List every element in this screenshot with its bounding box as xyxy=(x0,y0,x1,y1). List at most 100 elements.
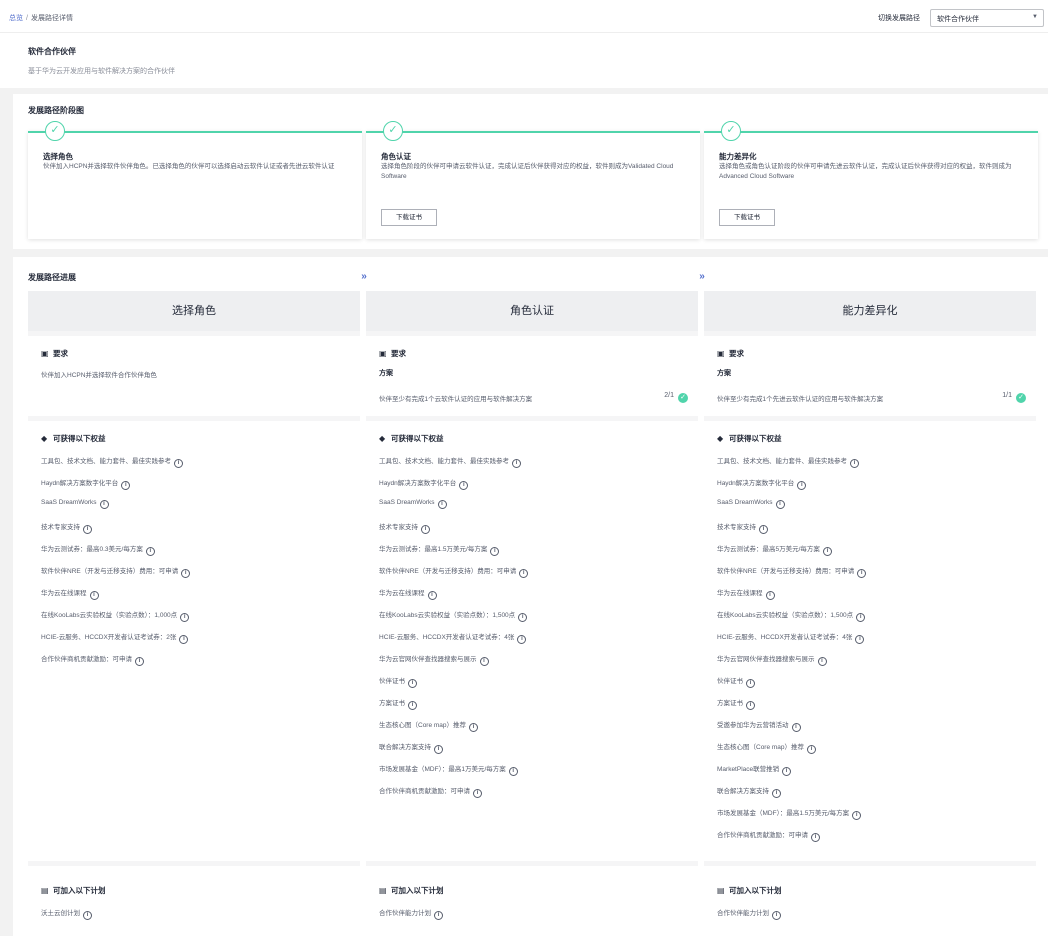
benefit-item: HCIE-云服务、HCCDX开发者认证考试券：4张 i xyxy=(717,631,865,644)
info-circle-icon[interactable]: i xyxy=(508,767,518,776)
benefit-item: 市场发展基金（MDF）：最高1.5万美元/每方案 i xyxy=(717,807,862,820)
partner-title: 软件合作伙伴 xyxy=(28,47,76,56)
info-circle-icon[interactable]: i xyxy=(490,547,500,556)
requirement-count: 2/1 ✓ xyxy=(664,392,688,403)
info-circle-icon[interactable]: i xyxy=(519,569,529,578)
benefit-item: 华为云测试券：最高1.5万美元/每方案 i xyxy=(379,543,500,556)
stage-card-title: 能力差异化 xyxy=(719,152,757,161)
info-circle-icon[interactable]: i xyxy=(89,591,99,600)
info-circle-icon[interactable]: i xyxy=(181,569,191,578)
benefit-item: 工具包、技术文档、能力套件、最佳实践参考 i xyxy=(717,455,859,468)
switch-path-select[interactable]: 软件合作伙伴 ▼ xyxy=(930,9,1044,27)
info-circle-icon[interactable]: i xyxy=(822,547,832,556)
info-circle-icon[interactable]: i xyxy=(759,525,768,534)
info-circle-icon[interactable]: i xyxy=(817,657,827,666)
info-circle-icon[interactable]: i xyxy=(408,701,417,710)
benefit-item: 软件伙伴NRE（开发与迁移支持）费用：可申请 i xyxy=(41,565,191,578)
stage-card-title: 选择角色 xyxy=(43,152,73,161)
info-circle-icon[interactable]: i xyxy=(145,547,155,556)
benefit-item: 华为云在线课程 i xyxy=(379,587,437,600)
info-circle-icon[interactable]: i xyxy=(473,789,482,798)
info-circle-icon[interactable]: i xyxy=(83,525,92,534)
breadcrumb-separator: / xyxy=(26,15,28,22)
requirement-text: 伙伴至少有完成1个云软件认证的应用与软件解决方案 xyxy=(379,396,533,403)
progress-column-role-certification: 角色认证 ▣ 要求 方案 伙伴至少有完成1个云软件认证的应用与软件解决方案 2/1… xyxy=(366,291,698,936)
info-circle-icon[interactable]: i xyxy=(83,911,92,920)
download-certificate-button[interactable]: 下载证书 xyxy=(381,209,437,226)
download-certificate-button[interactable]: 下载证书 xyxy=(719,209,775,226)
info-circle-icon[interactable]: i xyxy=(852,811,862,820)
info-circle-icon[interactable]: i xyxy=(434,745,443,754)
benefit-item: 联合解决方案支持 i xyxy=(717,785,781,798)
info-circle-icon[interactable]: i xyxy=(772,789,781,798)
info-circle-icon[interactable]: i xyxy=(857,569,867,578)
benefit-item: 在线KooLabs云实验权益（实验点数）：1,500点 i xyxy=(379,609,528,622)
benefit-item: 合作伙伴商机贡献激励：可申请 i xyxy=(41,653,144,666)
caret-down-icon: ▼ xyxy=(1032,14,1038,20)
benefit-item: Haydn解决方案数字化平台 i xyxy=(717,477,807,490)
benefit-item: 在线KooLabs云实验权益（实验点数）：1,500点 i xyxy=(717,609,866,622)
info-circle-icon[interactable]: i xyxy=(850,459,859,468)
info-circle-icon[interactable]: i xyxy=(179,635,189,644)
partner-description: 基于华为云开发应用与软件解决方案的合作伙伴 xyxy=(28,68,175,75)
scheme-label: 方案 xyxy=(717,370,731,377)
info-circle-icon[interactable]: i xyxy=(421,525,430,534)
info-circle-icon[interactable]: i xyxy=(437,500,447,509)
info-circle-icon[interactable]: i xyxy=(811,833,820,842)
column-header: 能力差异化 xyxy=(704,291,1036,331)
info-circle-icon[interactable]: i xyxy=(459,481,469,490)
stage-card-description: 伙伴加入HCPN并选择软件伙伴角色。已选择角色的伙伴可以选择启动云软件认证或者先… xyxy=(43,163,335,170)
info-circle-icon[interactable]: i xyxy=(121,481,131,490)
benefit-item: Haydn解决方案数字化平台 i xyxy=(41,477,131,490)
info-circle-icon[interactable]: i xyxy=(174,459,183,468)
info-circle-icon[interactable]: i xyxy=(746,679,755,688)
benefit-item: 合作伙伴商机贡献激励：可申请 i xyxy=(379,785,482,798)
info-circle-icon[interactable]: i xyxy=(427,591,437,600)
benefit-item: 方案证书 i xyxy=(717,697,755,710)
benefit-item: 在线KooLabs云实验权益（实验点数）：1,000点 i xyxy=(41,609,190,622)
benefit-item: 伙伴证书 i xyxy=(379,675,417,688)
info-circle-icon[interactable]: i xyxy=(135,657,144,666)
info-circle-icon[interactable]: i xyxy=(807,745,817,754)
benefit-item: SaaS DreamWorks i xyxy=(379,499,447,509)
stage-diagram-panel: 发展路径阶段图 ✓ 选择角色 伙伴加入HCPN并选择软件伙伴角色。已选择角色的伙… xyxy=(13,94,1048,249)
plans-title: ▤ 可加入以下计划 xyxy=(41,886,106,895)
info-circle-icon[interactable]: i xyxy=(772,911,781,920)
info-circle-icon[interactable]: i xyxy=(797,481,807,490)
diamond-icon: ◆ xyxy=(41,434,48,443)
requirement-title: ▣ 要求 xyxy=(41,349,68,358)
stage-card-role-certification: ✓ 角色认证 选择角色阶段的伙伴可申请云软件认证，完成认证后伙伴获得对应的权益，… xyxy=(366,121,700,239)
info-circle-icon[interactable]: i xyxy=(765,591,775,600)
benefit-item: SaaS DreamWorks i xyxy=(717,499,785,509)
info-circle-icon[interactable]: i xyxy=(518,613,528,622)
benefit-item: 联合解决方案支持 i xyxy=(379,741,443,754)
info-circle-icon[interactable]: i xyxy=(746,701,755,710)
info-circle-icon[interactable]: i xyxy=(99,500,109,509)
info-circle-icon[interactable]: i xyxy=(775,500,785,509)
requirement-title: ▣ 要求 xyxy=(379,349,406,358)
benefits-block: ◆ 可获得以下权益 工具包、技术文档、能力套件、最佳实践参考 i Haydn解决方案… xyxy=(704,421,1036,861)
info-circle-icon[interactable]: i xyxy=(517,635,527,644)
info-circle-icon[interactable]: i xyxy=(512,459,521,468)
info-circle-icon[interactable]: i xyxy=(434,911,443,920)
benefit-item: 软件伙伴NRE（开发与迁移支持）费用：可申请 i xyxy=(379,565,529,578)
benefit-item: HCIE-云服务、HCCDX开发者认证考试券：2张 i xyxy=(41,631,189,644)
stage-progress-line xyxy=(366,131,700,133)
diamond-icon: ◆ xyxy=(717,434,724,443)
info-circle-icon[interactable]: i xyxy=(782,767,792,776)
info-circle-icon[interactable]: i xyxy=(855,635,865,644)
check-circle-icon: ✓ xyxy=(45,121,65,141)
clipboard-icon: ▣ xyxy=(41,349,49,358)
check-circle-icon: ✓ xyxy=(721,121,741,141)
progress-column-capability-differentiation: 能力差异化 ▣ 要求 方案 伙伴至少有完成1个先进云软件认证的应用与软件解决方案 … xyxy=(704,291,1036,936)
info-circle-icon[interactable]: i xyxy=(791,723,801,732)
benefit-item: 伙伴证书 i xyxy=(717,675,755,688)
info-circle-icon[interactable]: i xyxy=(180,613,190,622)
stage-card-capability-differentiation: ✓ 能力差异化 选择角色或角色认证阶段的伙伴可申请先进云软件认证，完成认证后伙伴… xyxy=(704,121,1038,239)
info-circle-icon[interactable]: i xyxy=(408,679,417,688)
info-circle-icon[interactable]: i xyxy=(856,613,866,622)
breadcrumb-home-link[interactable]: 总览 xyxy=(9,15,23,22)
plan-item: 沃土云创计划 i xyxy=(41,907,92,920)
info-circle-icon[interactable]: i xyxy=(469,723,479,732)
info-circle-icon[interactable]: i xyxy=(479,657,489,666)
